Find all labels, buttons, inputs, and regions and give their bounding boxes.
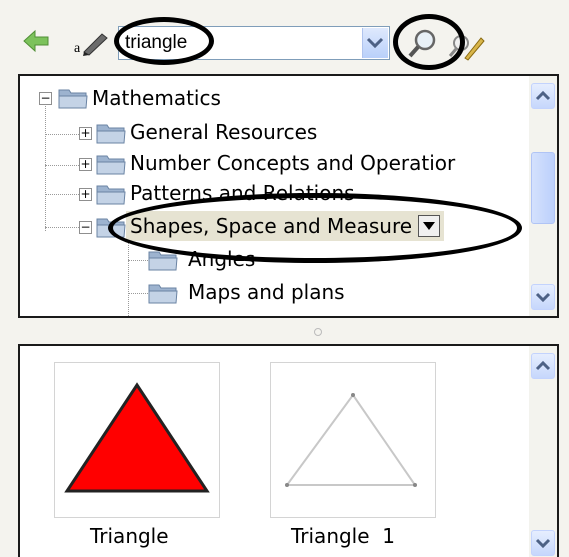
tree-item-label: Number Concepts and Operatior bbox=[130, 151, 456, 175]
outline-triangle-image bbox=[285, 393, 417, 487]
tree-item-patterns-relations[interactable]: Patterns and Relations bbox=[130, 178, 355, 208]
search-field[interactable] bbox=[118, 26, 390, 60]
category-tree[interactable]: − Mathematics + General Resources + Numb… bbox=[18, 74, 559, 318]
splitter-grip-icon bbox=[314, 328, 322, 336]
item-dropdown-button[interactable] bbox=[418, 215, 441, 237]
svg-text:a: a bbox=[74, 41, 81, 56]
result-caption: Triangle bbox=[90, 524, 169, 548]
tree-item-general-resources[interactable]: General Resources bbox=[130, 117, 317, 147]
tree-item-label: Mathematics bbox=[92, 86, 221, 110]
resource-browser-panel: a − bbox=[0, 0, 569, 557]
results-scrollbar[interactable] bbox=[529, 346, 557, 557]
expand-toggle[interactable]: + bbox=[79, 158, 92, 171]
red-triangle-image bbox=[64, 382, 210, 493]
chevron-down-icon bbox=[535, 538, 551, 549]
tree-item-mathematics[interactable]: Mathematics bbox=[92, 83, 221, 113]
results-pane[interactable]: Triangle Triangle 1 bbox=[18, 344, 559, 557]
expand-toggle[interactable]: + bbox=[79, 127, 92, 140]
tree-connector bbox=[45, 194, 83, 195]
collapse-toggle[interactable]: − bbox=[39, 92, 52, 105]
expand-toggle[interactable]: + bbox=[79, 188, 92, 201]
tree-connector bbox=[45, 106, 46, 231]
tree-item-label: Shapes, Space and Measure bbox=[130, 214, 413, 238]
tree-connector bbox=[128, 243, 129, 316]
tree-connector bbox=[45, 227, 83, 228]
scroll-thumb[interactable] bbox=[531, 152, 555, 224]
chevron-up-icon bbox=[535, 360, 551, 371]
tree-item-label: Patterns and Relations bbox=[130, 181, 355, 205]
pane-splitter[interactable] bbox=[18, 318, 559, 344]
result-caption: Triangle 1 bbox=[291, 524, 395, 548]
folder-icon bbox=[96, 181, 126, 205]
tree-connector bbox=[128, 293, 150, 294]
scroll-down-button[interactable] bbox=[531, 284, 555, 310]
tree-connector bbox=[45, 165, 83, 166]
back-arrow-icon[interactable] bbox=[22, 28, 50, 54]
tree-item-label: General Resources bbox=[130, 120, 318, 144]
chevron-down-icon bbox=[366, 37, 384, 49]
folder-icon bbox=[148, 247, 178, 271]
folder-open-icon bbox=[58, 85, 88, 109]
folder-open-icon bbox=[96, 214, 126, 238]
search-input[interactable] bbox=[125, 31, 345, 55]
chevron-up-icon bbox=[535, 90, 551, 101]
result-thumbnail-triangle[interactable] bbox=[54, 362, 220, 518]
clear-search-icon[interactable] bbox=[447, 28, 487, 62]
pencil-icon[interactable]: a bbox=[72, 28, 110, 56]
tree-item-maps-plans[interactable]: Maps and plans bbox=[188, 277, 345, 307]
folder-icon bbox=[96, 120, 126, 144]
magnifier-icon[interactable] bbox=[405, 26, 441, 62]
tree-item-shapes-space-measure[interactable]: Shapes, Space and Measure bbox=[126, 211, 445, 241]
collapse-toggle[interactable]: − bbox=[79, 221, 92, 234]
tree-item-angles[interactable]: Angles bbox=[188, 244, 255, 274]
scroll-down-button[interactable] bbox=[531, 530, 555, 556]
tree-item-number-concepts[interactable]: Number Concepts and Operatior bbox=[130, 148, 455, 178]
folder-icon bbox=[96, 151, 126, 175]
scroll-up-button[interactable] bbox=[531, 353, 555, 379]
scroll-up-button[interactable] bbox=[531, 83, 555, 109]
tree-item-label: Maps and plans bbox=[188, 280, 345, 304]
tree-scrollbar[interactable] bbox=[529, 76, 557, 316]
tree-item-label: Angles bbox=[188, 247, 256, 271]
search-dropdown-button[interactable] bbox=[362, 28, 388, 58]
result-thumbnail-triangle-1[interactable] bbox=[270, 362, 436, 518]
tree-connector bbox=[45, 134, 83, 135]
folder-icon bbox=[148, 280, 178, 304]
chevron-down-icon bbox=[535, 292, 551, 303]
tree-connector bbox=[128, 260, 150, 261]
